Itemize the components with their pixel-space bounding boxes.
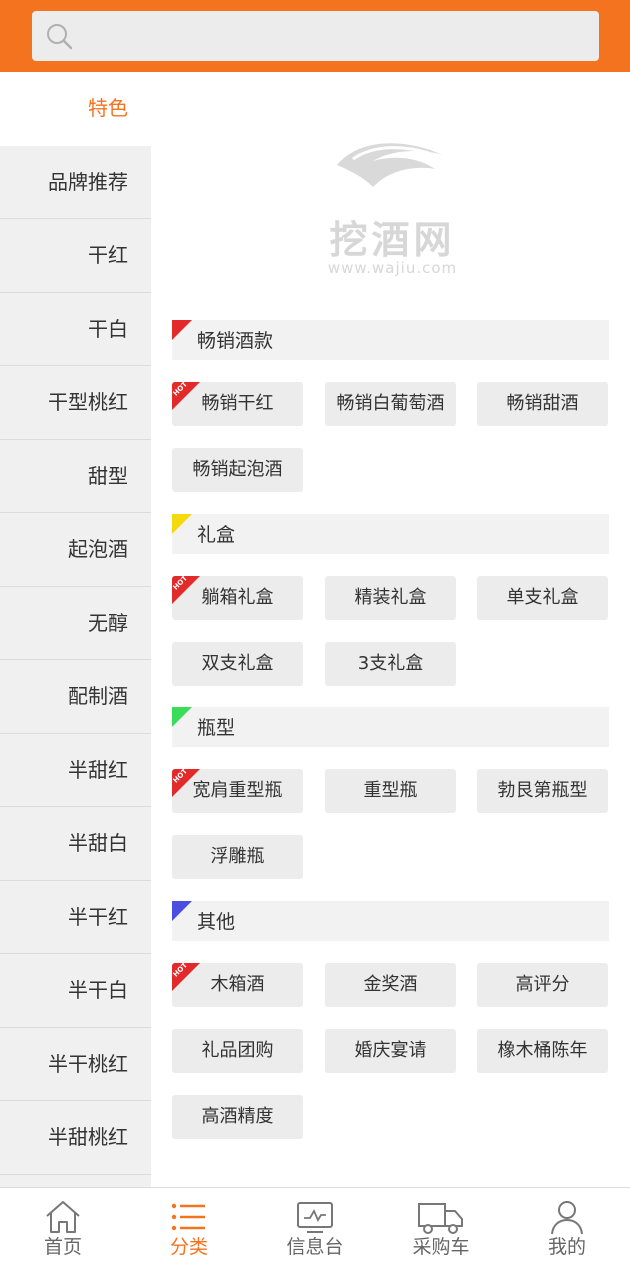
tag-gold-medal[interactable]: 金奖酒 (325, 963, 456, 1007)
tag-three-giftbox[interactable]: 3支礼盒 (325, 642, 456, 686)
tab-label: 采购车 (412, 1236, 470, 1258)
logo-cn-text: 挖酒网 (329, 218, 456, 262)
search-input[interactable] (92, 19, 586, 55)
user-icon (551, 1201, 583, 1235)
tag-lying-giftbox[interactable]: HOT 躺箱礼盒 (172, 576, 303, 620)
section-marker (172, 901, 192, 921)
sidebar-item-dry-rose[interactable]: 干型桃红 (0, 366, 151, 440)
sidebar-item-dry-white[interactable]: 干白 (0, 293, 151, 366)
sidebar-item-sweet[interactable]: 甜型 (0, 440, 151, 513)
section-marker (172, 320, 192, 340)
sidebar-item-semi-dry-red[interactable]: 半干红 (0, 881, 151, 954)
section-header-bottle: 瓶型 (172, 707, 609, 747)
tag-heavy-bottle[interactable]: 重型瓶 (325, 769, 456, 813)
wave-logo-icon (337, 143, 443, 187)
search-box[interactable] (32, 11, 599, 61)
tag-wide-heavy-bottle[interactable]: HOT 宽肩重型瓶 (172, 769, 303, 813)
sidebar-item-semi-dry-rose[interactable]: 半干桃红 (0, 1028, 151, 1101)
tag-wooden-box[interactable]: HOT 木箱酒 (172, 963, 303, 1007)
bottom-tab-bar: 首页 分类 信息台 采购车 我的 (0, 1187, 630, 1280)
tag-single-giftbox[interactable]: 单支礼盒 (477, 576, 608, 620)
header-bar (0, 0, 630, 72)
tag-embossed-bottle[interactable]: 浮雕瓶 (172, 835, 303, 879)
section-title: 瓶型 (197, 717, 236, 739)
tag-high-alcohol[interactable]: 高酒精度 (172, 1095, 303, 1139)
section-title: 畅销酒款 (197, 330, 274, 352)
truck-icon (418, 1203, 463, 1234)
hot-badge: HOT (172, 963, 200, 991)
tab-cart[interactable]: 采购车 (378, 1188, 504, 1280)
tag-bestseller-dry-red[interactable]: HOT 畅销干红 (172, 382, 303, 426)
tag-high-score[interactable]: 高评分 (477, 963, 608, 1007)
sidebar-item-non-alcoholic[interactable]: 无醇 (0, 587, 151, 660)
tab-category[interactable]: 分类 (126, 1188, 252, 1280)
section-marker (172, 707, 192, 727)
category-sidebar: 特色 品牌推荐 干红 干白 干型桃红 甜型 起泡酒 无醇 配制酒 半甜红 半甜白… (0, 72, 151, 1187)
sidebar-item-brand[interactable]: 品牌推荐 (0, 146, 151, 219)
tag-bestseller-white[interactable]: 畅销白葡萄酒 (325, 382, 456, 426)
tag-bestseller-sweet[interactable]: 畅销甜酒 (477, 382, 608, 426)
tab-label: 分类 (169, 1236, 208, 1258)
sidebar-item-dry-red[interactable]: 干红 (0, 219, 151, 293)
tag-group-gift[interactable]: 礼品团购 (172, 1029, 303, 1073)
section-header-giftbox: 礼盒 (172, 514, 609, 554)
tag-double-giftbox[interactable]: 双支礼盒 (172, 642, 303, 686)
tag-wedding[interactable]: 婚庆宴请 (325, 1029, 456, 1073)
tab-info[interactable]: 信息台 (252, 1188, 378, 1280)
tab-home[interactable]: 首页 (0, 1188, 126, 1280)
hot-badge: HOT (172, 382, 200, 410)
tag-burgundy-bottle[interactable]: 勃艮第瓶型 (477, 769, 608, 813)
section-title: 其他 (197, 911, 236, 933)
section-header-bestsellers: 畅销酒款 (172, 320, 609, 360)
list-icon (171, 1203, 205, 1231)
tag-deluxe-giftbox[interactable]: 精装礼盒 (325, 576, 456, 620)
tab-label: 首页 (43, 1236, 82, 1258)
tag-bestseller-sparkling[interactable]: 畅销起泡酒 (172, 448, 303, 492)
section-title: 礼盒 (197, 524, 236, 546)
tab-label: 我的 (547, 1236, 586, 1258)
monitor-icon (297, 1202, 333, 1233)
hot-badge: HOT (172, 576, 200, 604)
sidebar-item-sparkling[interactable]: 起泡酒 (0, 513, 151, 587)
sidebar-item-blended[interactable]: 配制酒 (0, 660, 151, 734)
hot-badge: HOT (172, 769, 200, 797)
search-icon (47, 24, 73, 50)
logo-en-text: www.wajiu.com (327, 259, 458, 277)
home-icon (46, 1201, 80, 1233)
sidebar-item-semi-sweet-rose[interactable]: 半甜桃红 (0, 1101, 151, 1175)
section-header-other: 其他 (172, 901, 609, 941)
sidebar-item-semi-dry-white[interactable]: 半干白 (0, 954, 151, 1028)
tab-label: 信息台 (286, 1236, 344, 1258)
tag-oak-aged[interactable]: 橡木桶陈年 (477, 1029, 608, 1073)
brand-logo: 挖酒网 www.wajiu.com (310, 135, 475, 280)
tab-profile[interactable]: 我的 (504, 1188, 630, 1280)
section-marker (172, 514, 192, 534)
sidebar-item-featured[interactable]: 特色 (0, 72, 151, 146)
sidebar-item-semi-sweet-red[interactable]: 半甜红 (0, 734, 151, 807)
sidebar-item-semi-sweet-white[interactable]: 半甜白 (0, 807, 151, 881)
